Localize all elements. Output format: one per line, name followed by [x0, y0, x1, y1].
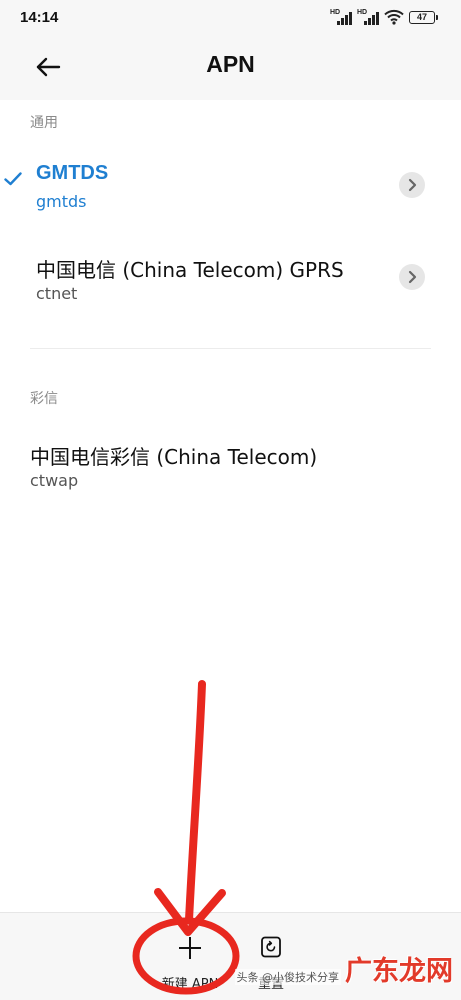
- apn-detail-button[interactable]: [399, 172, 425, 198]
- chevron-right-icon: [408, 270, 417, 284]
- battery-icon: 47: [409, 10, 438, 24]
- status-icons: HD HD 47: [330, 9, 438, 25]
- plus-icon: [179, 937, 201, 959]
- apn-name: 中国电信彩信 (China Telecom): [30, 445, 318, 469]
- apn-item-ctwap[interactable]: 中国电信彩信 (China Telecom) ctwap: [0, 441, 461, 521]
- check-icon: [4, 172, 22, 186]
- apn-value: ctwap: [30, 471, 79, 490]
- new-apn-label: 新建 APN: [161, 977, 219, 992]
- apn-value: gmtds: [36, 192, 87, 211]
- signal-icon: HD: [357, 9, 379, 25]
- new-apn-button[interactable]: 新建 APN: [150, 931, 230, 993]
- reset-label: 重置: [257, 977, 284, 992]
- reset-icon: [261, 936, 281, 958]
- section-divider: [30, 348, 431, 349]
- apn-name: 中国电信 (China Telecom) GPRS: [36, 258, 344, 282]
- page-title: APN: [206, 51, 255, 77]
- apn-settings-screen: 14:14 HD HD 47 APN 通用 GMTDS gmtds 中国电信 (…: [0, 0, 461, 1000]
- annotation-arrow-shaft: [185, 680, 206, 924]
- wifi-icon: [384, 9, 404, 25]
- apn-name: GMTDS: [36, 162, 109, 184]
- apn-item-ctnet[interactable]: 中国电信 (China Telecom) GPRS ctnet: [0, 254, 461, 334]
- reset-button[interactable]: 重置: [231, 931, 311, 993]
- apn-value: ctnet: [36, 284, 78, 303]
- title-bar: APN: [0, 36, 461, 100]
- apn-item-gmtds[interactable]: GMTDS gmtds: [0, 162, 461, 242]
- section-header-mms: 彩信: [30, 391, 58, 407]
- status-bar: 14:14 HD HD 47: [0, 0, 461, 36]
- apn-detail-button[interactable]: [399, 264, 425, 290]
- chevron-right-icon: [408, 178, 417, 192]
- bottom-action-bar: 新建 APN 重置: [0, 912, 461, 1000]
- section-header-general: 通用: [30, 115, 58, 131]
- signal-icon: HD: [330, 9, 352, 25]
- status-time: 14:14: [20, 9, 59, 26]
